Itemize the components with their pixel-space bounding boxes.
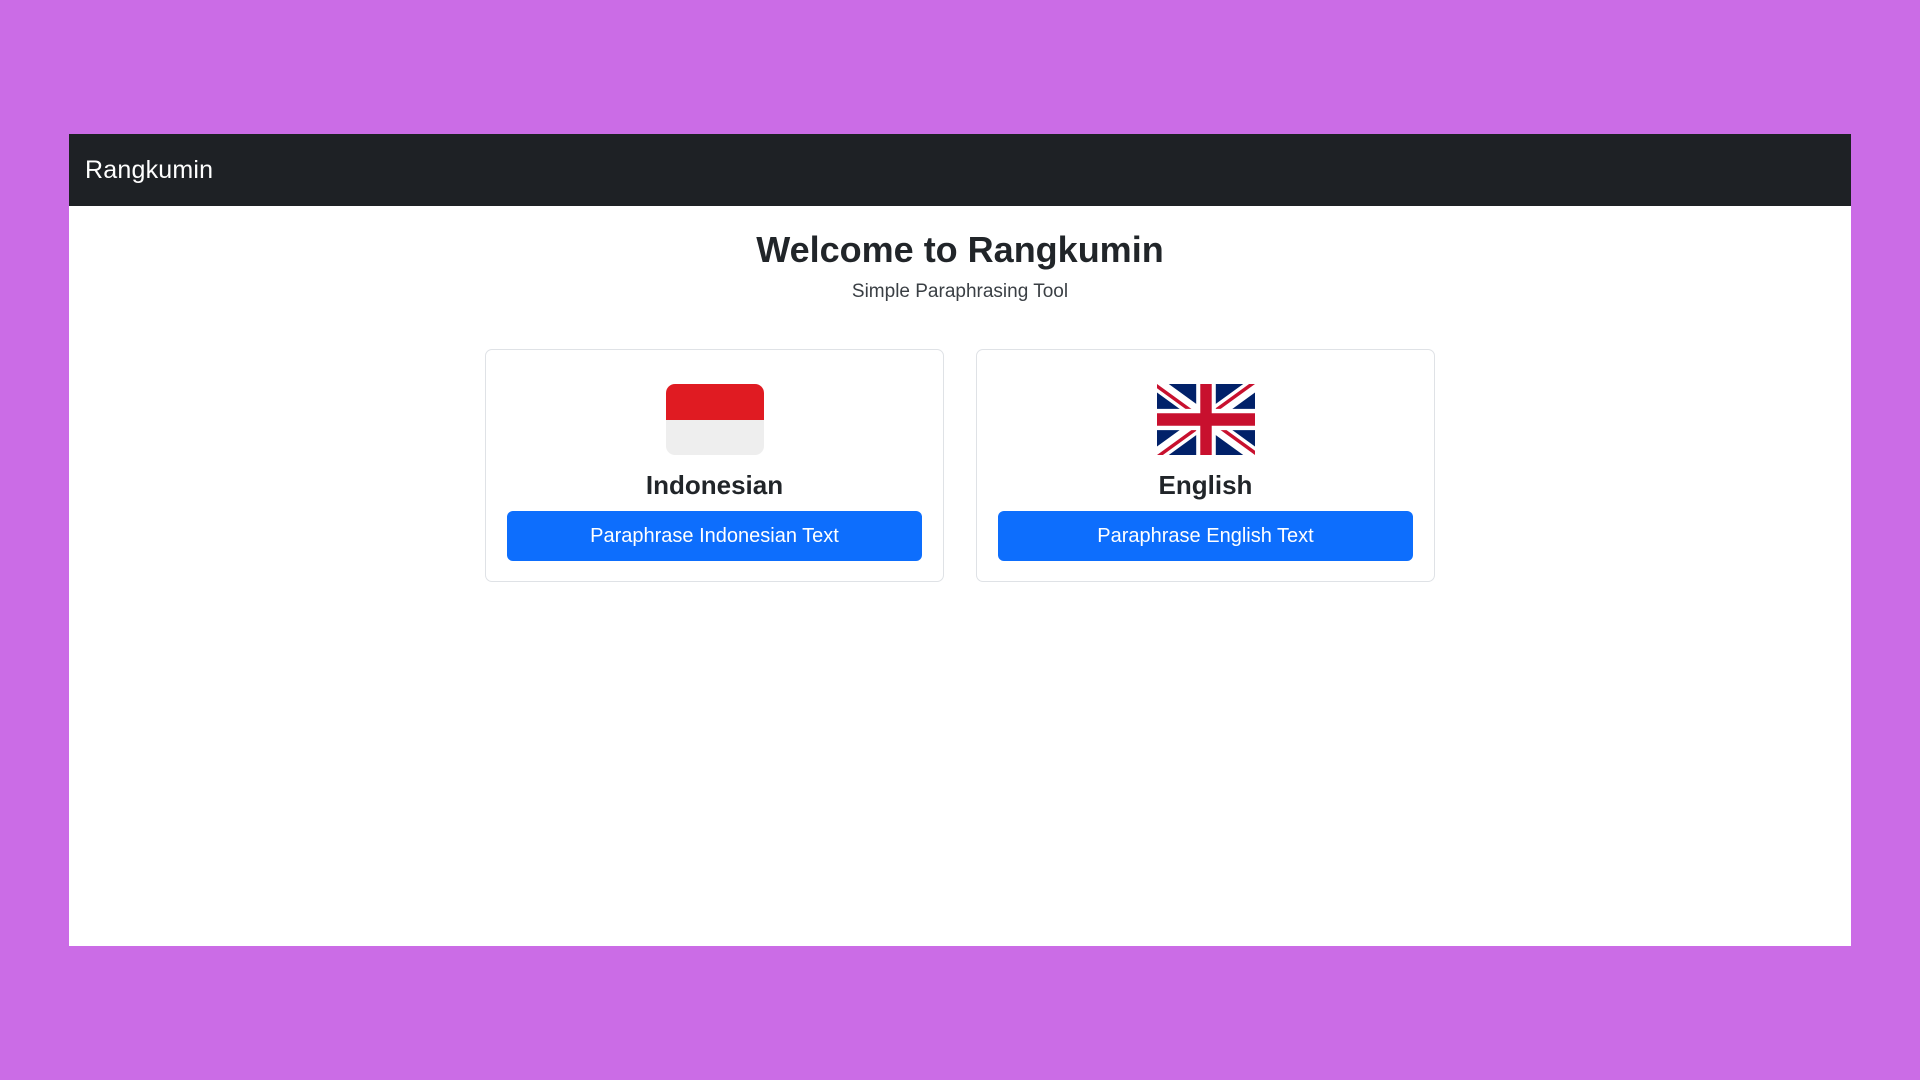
language-cards: Indonesian Paraphrase Indonesian Text En… <box>69 349 1851 582</box>
page-title: Welcome to Rangkumin <box>756 229 1164 270</box>
language-card-english: English Paraphrase English Text <box>976 349 1435 582</box>
navbar: Rangkumin <box>69 134 1851 206</box>
language-name: English <box>1158 470 1253 500</box>
page-subtitle: Simple Paraphrasing Tool <box>851 281 1069 302</box>
hero: Welcome to Rangkumin Simple Paraphrasing… <box>69 206 1851 304</box>
navbar-brand[interactable]: Rangkumin <box>85 156 213 185</box>
uk-flag-icon <box>1156 384 1255 455</box>
main-content: Welcome to Rangkumin Simple Paraphrasing… <box>69 206 1851 582</box>
language-name: Indonesian <box>645 470 784 500</box>
app-window: Rangkumin Welcome to Rangkumin Simple Pa… <box>69 134 1851 946</box>
paraphrase-indonesian-button[interactable]: Paraphrase Indonesian Text <box>507 511 922 561</box>
paraphrase-english-button[interactable]: Paraphrase English Text <box>998 511 1413 561</box>
language-card-indonesian: Indonesian Paraphrase Indonesian Text <box>485 349 944 582</box>
indonesia-flag-icon <box>665 384 764 455</box>
